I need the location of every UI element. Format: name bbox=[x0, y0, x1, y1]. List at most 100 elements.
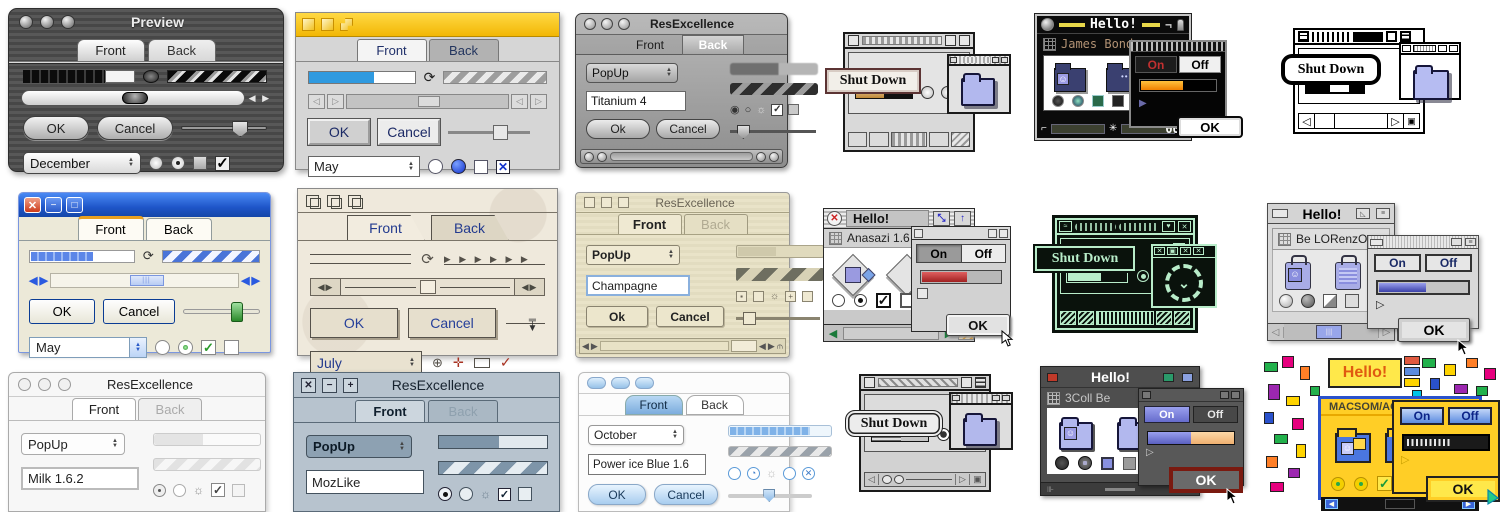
play-triangle-icon[interactable]: ▷ bbox=[1376, 298, 1478, 311]
checkbox-plus[interactable]: + bbox=[785, 291, 796, 302]
tab-back[interactable]: Back bbox=[148, 39, 216, 61]
close-widget[interactable] bbox=[950, 57, 957, 63]
tab-front[interactable]: Front bbox=[355, 400, 425, 422]
scrollbar[interactable]: ◁ ▷ ▣ bbox=[864, 472, 986, 487]
zoom-widget[interactable] bbox=[992, 57, 999, 63]
radio-selected[interactable] bbox=[1137, 270, 1149, 282]
scroll-left-icon[interactable]: ◀ bbox=[1325, 499, 1338, 509]
close-widget[interactable]: ✕ bbox=[1154, 247, 1165, 255]
close-widget[interactable]: ≈ bbox=[1059, 221, 1072, 232]
shutdown-button[interactable]: Shut Down bbox=[1283, 56, 1379, 83]
zoom-button[interactable] bbox=[618, 18, 630, 30]
checkbox-empty[interactable] bbox=[232, 484, 245, 497]
widget[interactable]: ✕ bbox=[1180, 247, 1191, 255]
popup-menu[interactable]: May▲▼ bbox=[308, 156, 420, 177]
scroll-left-icon[interactable]: ◁ bbox=[865, 474, 879, 485]
popup-menu[interactable]: PopUp▲▼ bbox=[306, 435, 412, 458]
minimize-button[interactable] bbox=[321, 18, 334, 31]
minimize-icon[interactable] bbox=[1163, 373, 1174, 382]
scroll-thumb[interactable] bbox=[420, 280, 436, 294]
radio-selected[interactable] bbox=[451, 159, 466, 174]
scroll-button[interactable] bbox=[1060, 311, 1076, 325]
scroll-track[interactable] bbox=[1385, 499, 1415, 509]
collapse-widget[interactable] bbox=[348, 195, 361, 207]
folder-icon[interactable]: ☺ bbox=[1054, 68, 1086, 92]
widget[interactable]: ▣ bbox=[1167, 247, 1178, 255]
checkbox-checked[interactable]: ✓ bbox=[771, 104, 783, 116]
scroll-right-icon[interactable]: ▶ bbox=[39, 274, 47, 287]
on-button[interactable]: On bbox=[1135, 56, 1177, 73]
resize-icon[interactable] bbox=[1174, 311, 1190, 325]
scroll-right-icon[interactable]: ▷ bbox=[955, 474, 969, 485]
checkbox-selected[interactable]: ▪ bbox=[736, 291, 747, 302]
list-icon[interactable]: ≡ bbox=[1465, 238, 1476, 246]
folder-icon[interactable]: ☺ bbox=[1059, 422, 1093, 450]
mini-button[interactable] bbox=[929, 132, 948, 147]
scroll-track[interactable] bbox=[610, 152, 753, 161]
close-icon[interactable] bbox=[1047, 373, 1058, 382]
slider[interactable] bbox=[181, 126, 267, 130]
slider[interactable] bbox=[448, 131, 530, 134]
scroll-button[interactable] bbox=[597, 152, 607, 162]
ok-button[interactable]: OK bbox=[308, 119, 370, 145]
shield-icon[interactable]: ♥ bbox=[1162, 221, 1175, 232]
close-widget[interactable] bbox=[1298, 31, 1309, 42]
radio-selected[interactable] bbox=[1331, 477, 1345, 491]
radio-selected[interactable] bbox=[1354, 477, 1368, 491]
scroll-left-icon[interactable]: ◁ bbox=[1268, 327, 1284, 338]
tab-back[interactable]: Back bbox=[428, 400, 498, 422]
bottom-scrollbar[interactable] bbox=[1060, 311, 1190, 325]
tab-front[interactable]: Front bbox=[77, 39, 145, 61]
tab-back[interactable]: Back bbox=[431, 215, 509, 240]
scroll-right-icon[interactable]: ▷ bbox=[327, 94, 344, 109]
shutdown-button[interactable]: Shut Down bbox=[825, 68, 921, 94]
ok-button[interactable]: OK bbox=[310, 308, 398, 338]
zoom-button[interactable] bbox=[340, 18, 353, 31]
zoom-widget[interactable] bbox=[1404, 367, 1420, 376]
scroll-left-icon[interactable]: ◀ bbox=[824, 327, 842, 340]
popup-menu[interactable]: PopUp▲▼ bbox=[586, 245, 680, 265]
close-icon[interactable]: ✕ bbox=[24, 197, 41, 213]
tab-back[interactable]: Back bbox=[429, 39, 499, 61]
checkbox-checked[interactable]: ✓ bbox=[1377, 476, 1392, 491]
close-button[interactable] bbox=[18, 378, 31, 391]
checkbox-empty[interactable] bbox=[917, 288, 928, 299]
on-button[interactable]: On bbox=[1374, 254, 1421, 272]
folder-icon[interactable] bbox=[963, 418, 997, 446]
play-triangle-icon[interactable]: ▷ bbox=[1401, 453, 1498, 466]
tab-back[interactable]: Back bbox=[682, 35, 744, 55]
dial-gear-icon[interactable]: ⌄ bbox=[1165, 264, 1203, 302]
popup-menu[interactable]: December▲▼ bbox=[23, 152, 141, 174]
x-circle-icon[interactable]: ✕ bbox=[802, 467, 815, 480]
collapse-widget[interactable] bbox=[1449, 45, 1458, 52]
scrollbar[interactable]: ◁▷ ◁▷ bbox=[308, 94, 547, 109]
zoom-widget[interactable] bbox=[988, 229, 997, 238]
bag-icon[interactable]: ☺ bbox=[1285, 262, 1311, 290]
collapse-widget[interactable] bbox=[1231, 391, 1240, 399]
minimize-widget[interactable] bbox=[1272, 209, 1288, 218]
close-icon[interactable]: ✕ bbox=[827, 211, 842, 226]
tab-back[interactable]: Back bbox=[146, 218, 212, 240]
checkbox-checked[interactable]: ✓ bbox=[498, 488, 511, 501]
radio-unselected[interactable] bbox=[783, 467, 796, 480]
scroll-track[interactable] bbox=[600, 341, 729, 351]
checkbox-checked[interactable]: ✓ bbox=[876, 293, 891, 308]
minimize-widget[interactable] bbox=[1370, 239, 1383, 246]
close-widget[interactable] bbox=[952, 395, 960, 401]
minimize-button[interactable] bbox=[601, 197, 612, 208]
mini-button[interactable] bbox=[848, 132, 867, 147]
minimize-button[interactable] bbox=[40, 15, 54, 29]
folder-icon[interactable] bbox=[961, 78, 995, 106]
popup-menu[interactable]: October▲▼ bbox=[588, 425, 684, 445]
scroll-thumb[interactable]: ||| bbox=[130, 275, 164, 286]
radio-selected[interactable] bbox=[921, 86, 934, 99]
minimize-button[interactable] bbox=[601, 18, 613, 30]
scroll-right-icon[interactable]: ▶ bbox=[252, 274, 260, 287]
checkbox-empty[interactable] bbox=[1345, 294, 1359, 308]
play-triangle-icon[interactable]: ▶ bbox=[1139, 98, 1225, 109]
globe-icon[interactable] bbox=[1041, 18, 1054, 31]
scroll-button[interactable] bbox=[584, 152, 594, 162]
collapse-widget[interactable] bbox=[999, 229, 1008, 238]
resize-icon[interactable] bbox=[951, 132, 970, 147]
close-widget[interactable] bbox=[914, 229, 923, 238]
